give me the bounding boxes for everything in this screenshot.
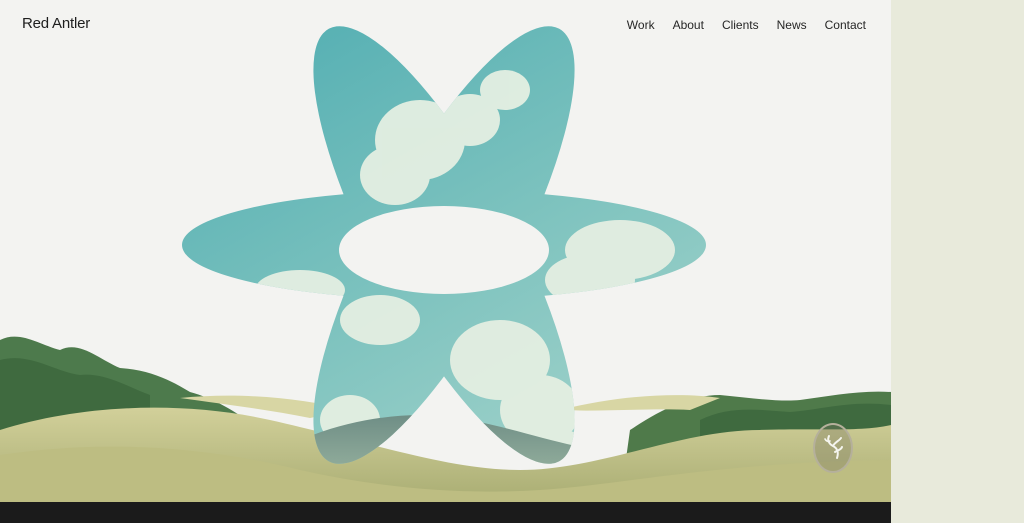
flower-center — [339, 206, 549, 294]
antler-icon — [824, 435, 843, 459]
nav-item-work[interactable]: Work — [627, 18, 655, 32]
nav-item-about[interactable]: About — [673, 18, 704, 32]
nav-item-contact[interactable]: Contact — [825, 18, 866, 32]
main-nav: Work About Clients News Contact — [627, 18, 866, 32]
hero-section: Red Antler Work About Clients News Conta… — [0, 0, 891, 502]
antler-badge-button[interactable] — [813, 423, 853, 473]
nav-item-news[interactable]: News — [777, 18, 807, 32]
footer-bar — [0, 502, 891, 523]
hero-illustration — [0, 0, 891, 502]
nav-item-clients[interactable]: Clients — [722, 18, 759, 32]
brand-logo[interactable]: Red Antler — [22, 15, 90, 32]
right-gutter — [891, 0, 1024, 523]
